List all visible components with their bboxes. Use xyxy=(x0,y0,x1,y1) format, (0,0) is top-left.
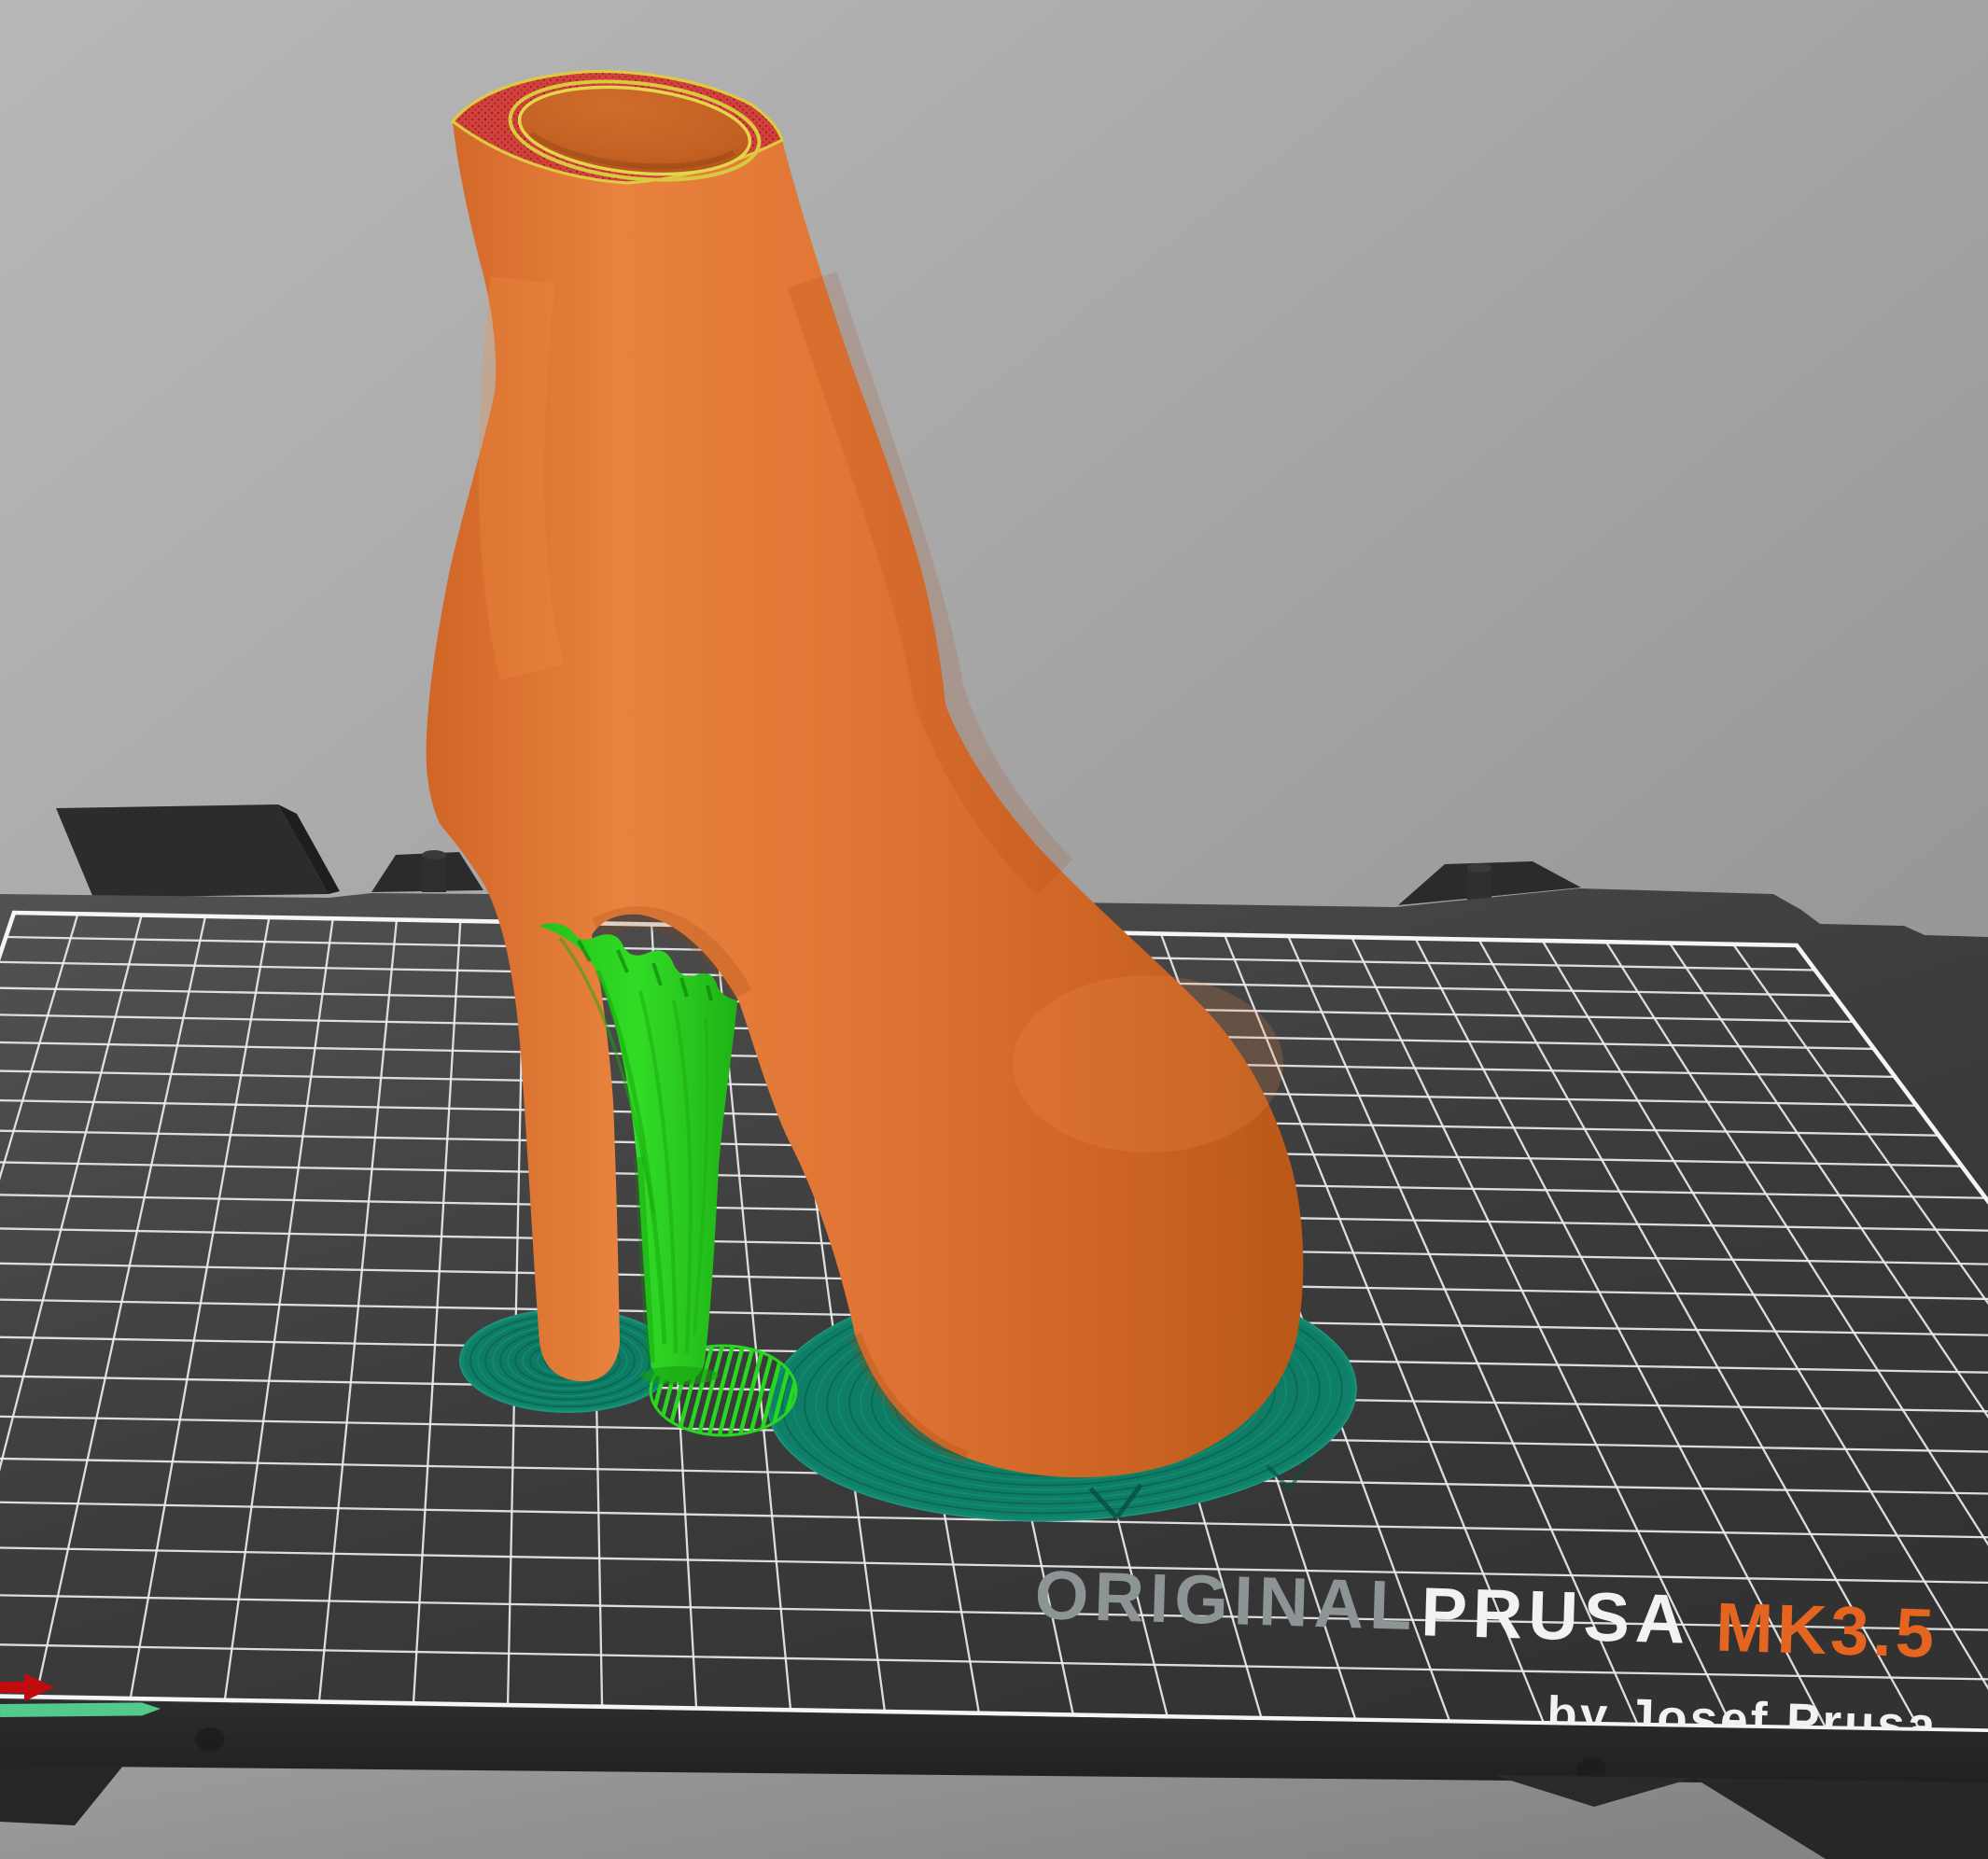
plate-brand-prefix: ORIGINAL xyxy=(1034,1556,1419,1644)
plate-model: MK3.5 xyxy=(1715,1588,1939,1672)
bed-rear-clip-left xyxy=(56,804,340,898)
plate-brand: PRUSA xyxy=(1420,1572,1691,1658)
viewport[interactable]: ORIGINAL PRUSA MK3.5 by Josef Prusa xyxy=(0,0,1988,1859)
support-contact-shadow xyxy=(640,1366,719,1385)
